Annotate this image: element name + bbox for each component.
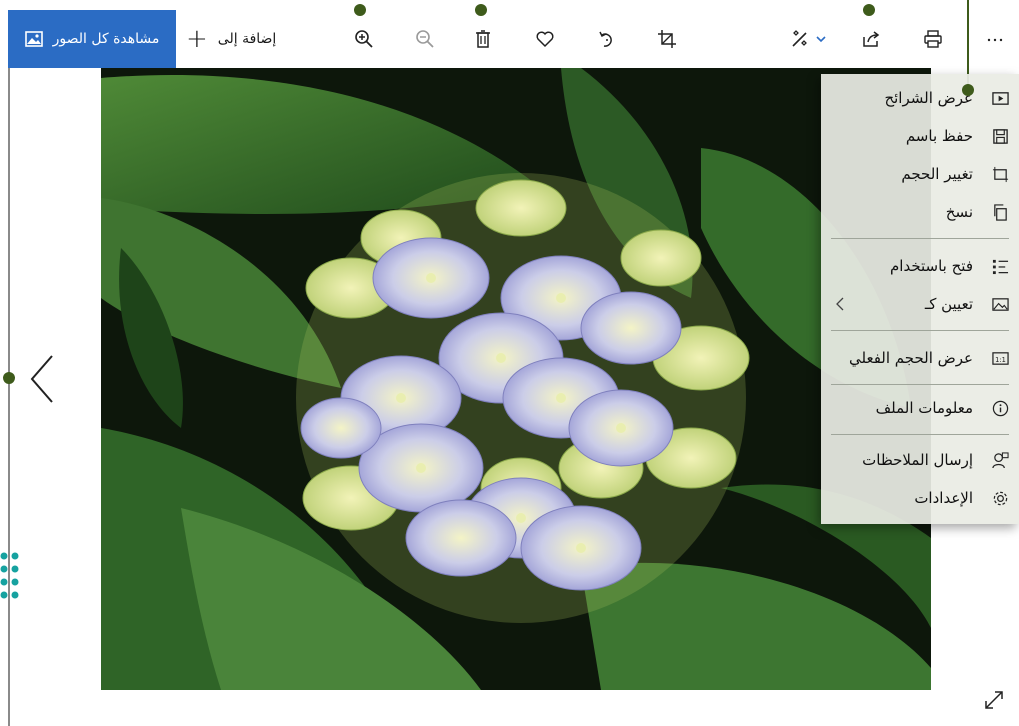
print-icon[interactable] xyxy=(920,26,946,52)
menu-item-label: تعيين كـ xyxy=(924,295,973,313)
rotate-icon[interactable] xyxy=(594,26,620,52)
menu-item-label: نسخ xyxy=(945,203,973,221)
zoom-in-icon[interactable] xyxy=(351,26,377,52)
picture-icon xyxy=(24,31,43,47)
hydrangea-photo xyxy=(101,68,931,690)
menu-item-copy[interactable]: نسخ xyxy=(831,196,1009,228)
menu-separator xyxy=(831,434,1009,435)
svg-text:1:1: 1:1 xyxy=(995,355,1006,363)
menu-separator xyxy=(831,330,1009,331)
add-to-label: إضافة إلى xyxy=(217,31,277,47)
menu-item-label: إرسال الملاحظات xyxy=(862,451,973,469)
callout-marker xyxy=(354,4,366,16)
callout-marker xyxy=(3,372,15,384)
more-icon[interactable] xyxy=(982,26,1008,52)
add-to-button[interactable]: إضافة إلى + xyxy=(186,24,276,54)
menu-item-label: حفظ باسم xyxy=(905,127,973,145)
menu-item-label: الإعدادات xyxy=(914,489,973,507)
favorite-icon[interactable] xyxy=(532,26,558,52)
menu-item-label: معلومات الملف xyxy=(875,399,973,417)
crop-icon[interactable] xyxy=(654,26,680,52)
expand-icon[interactable] xyxy=(982,688,1006,712)
menu-item-open-with[interactable]: فتح باستخدام xyxy=(831,250,1009,282)
menu-item-label: عرض الحجم الفعلي xyxy=(848,349,973,367)
callout-marker xyxy=(962,84,974,96)
feedback-icon xyxy=(991,451,1009,469)
chevron-left-icon xyxy=(836,297,844,311)
copy-icon xyxy=(991,203,1009,221)
resize-icon xyxy=(991,165,1009,183)
menu-item-label: تغيير الحجم xyxy=(901,165,973,183)
menu-item-send-feedback[interactable]: إرسال الملاحظات xyxy=(831,444,1009,476)
plus-icon: + xyxy=(186,24,208,54)
share-icon[interactable] xyxy=(858,26,884,52)
chevron-left-icon xyxy=(30,355,53,403)
set-as-icon xyxy=(991,295,1009,313)
see-all-photos-button[interactable]: مشاهدة كل الصور xyxy=(8,10,176,68)
actual-size-icon: 1:1 xyxy=(991,349,1009,367)
callout-marker xyxy=(863,4,875,16)
see-all-photos-label: مشاهدة كل الصور xyxy=(52,31,160,47)
menu-item-file-info[interactable]: معلومات الملف xyxy=(831,392,1009,424)
menu-item-resize[interactable]: تغيير الحجم xyxy=(831,158,1009,190)
slideshow-icon xyxy=(991,89,1009,107)
menu-separator xyxy=(831,238,1009,239)
callout-marker xyxy=(475,4,487,16)
menu-item-slideshow[interactable]: عرض الشرائح xyxy=(831,82,1009,114)
menu-item-actual-size[interactable]: 1:1 عرض الحجم الفعلي xyxy=(831,342,1009,374)
menu-item-set-as[interactable]: تعيين كـ xyxy=(831,288,1009,320)
delete-icon[interactable] xyxy=(470,26,496,52)
previous-photo-button[interactable] xyxy=(28,354,58,404)
open-with-icon xyxy=(991,257,1009,275)
save-icon xyxy=(991,127,1009,145)
edit-icon[interactable] xyxy=(786,26,830,52)
menu-item-save-as[interactable]: حفظ باسم xyxy=(831,120,1009,152)
zoom-out-icon[interactable] xyxy=(412,26,438,52)
menu-item-settings[interactable]: الإعدادات xyxy=(831,482,1009,514)
settings-icon xyxy=(991,489,1009,507)
chevron-down-icon xyxy=(816,36,826,43)
menu-separator xyxy=(831,384,1009,385)
info-icon xyxy=(991,399,1009,417)
decorative-dots xyxy=(0,550,24,600)
menu-item-label: عرض الشرائح xyxy=(884,89,973,107)
more-options-menu: عرض الشرائح حفظ باسم تغيير الحجم نسخ فتح… xyxy=(821,74,1019,524)
menu-item-label: فتح باستخدام xyxy=(890,257,973,275)
panel-divider xyxy=(8,68,10,726)
